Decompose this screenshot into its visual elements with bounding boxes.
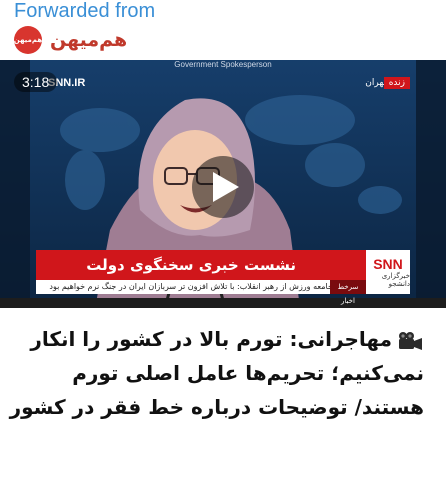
ticker-label: سرخط اخبار [330, 280, 366, 305]
video-player[interactable]: Government Spokesperson SNN.IR تهران زند… [0, 60, 446, 308]
movie-camera-icon [399, 331, 422, 350]
channel-avatar[interactable]: هم‌میهن [14, 26, 42, 54]
backdrop-caption: Government Spokesperson [174, 60, 272, 69]
post-caption: مهاجرانی: تورم بالا در کشور را انکار نمی… [6, 322, 424, 424]
play-button[interactable] [192, 156, 254, 218]
news-banner: نشست خبری سخنگوی دولت [36, 250, 366, 280]
snn-logo: SNN خبرگزاری دانشجو [366, 250, 410, 294]
play-icon [213, 172, 239, 202]
live-tag: زنده [383, 77, 410, 89]
news-ticker: قدردانی جامعه ورزش از رهبر انقلاب: با تل… [36, 280, 366, 294]
video-duration: 3:18 [14, 72, 58, 92]
channel-avatar-text: هم‌میهن [14, 36, 42, 44]
snn-logo-text: SNN [373, 256, 403, 272]
forwarded-from-label: Forwarded from [14, 0, 156, 22]
snn-logo-subtitle: خبرگزاری دانشجو [381, 272, 410, 288]
channel-name-link[interactable]: هم‌میهن [50, 29, 127, 51]
forwarded-channel[interactable]: هم‌میهن هم‌میهن [14, 26, 127, 54]
post-caption-text: مهاجرانی: تورم بالا در کشور را انکار نمی… [9, 327, 424, 419]
